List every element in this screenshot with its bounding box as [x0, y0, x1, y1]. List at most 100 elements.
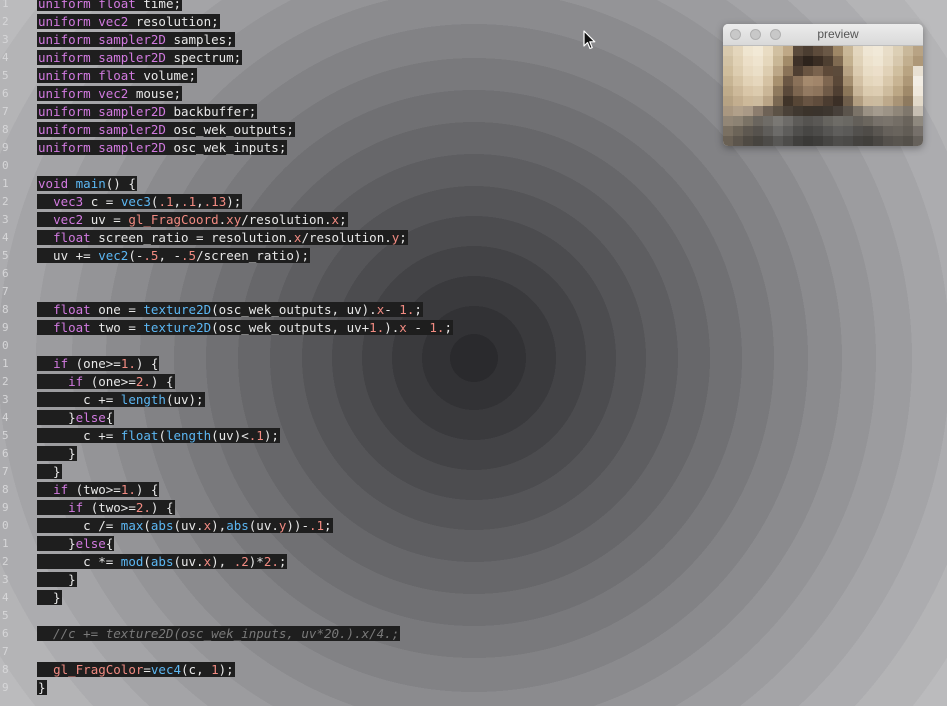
- code-text[interactable]: c *= mod(abs(uv.x), .2)*2.;: [37, 553, 288, 571]
- line-number: 2: [2, 555, 9, 568]
- line-number: 8: [2, 483, 9, 496]
- code-line[interactable]: 7 }: [0, 463, 700, 481]
- preview-pixel: [863, 86, 873, 96]
- preview-pixel: [753, 106, 763, 116]
- code-line[interactable]: 5 c += float(length(uv)<.1);: [0, 427, 700, 445]
- preview-titlebar[interactable]: preview: [723, 24, 923, 46]
- code-text[interactable]: }else{: [37, 535, 115, 553]
- code-text[interactable]: uv += vec2(-.5, -.5/screen_ratio);: [37, 247, 310, 265]
- code-line[interactable]: 9 uniform sampler2D osc_wek_inputs;: [0, 139, 700, 157]
- code-text[interactable]: }: [37, 445, 77, 463]
- preview-pixel: [873, 76, 883, 86]
- code-text[interactable]: }: [37, 571, 77, 589]
- code-text[interactable]: if (two>=2.) {: [37, 499, 175, 517]
- preview-pixel: [753, 86, 763, 96]
- code-text[interactable]: vec3 c = vec3(.1,.1,.13);: [37, 193, 243, 211]
- code-text[interactable]: uniform sampler2D samples;: [37, 31, 235, 49]
- code-text[interactable]: uniform sampler2D osc_wek_inputs;: [37, 139, 288, 157]
- code-text[interactable]: //c += texture2D(osc_wek_inputs, uv*20.)…: [37, 625, 401, 643]
- code-text[interactable]: float two = texture2D(osc_wek_outputs, u…: [37, 319, 453, 337]
- line-number: 1: [2, 537, 9, 550]
- code-text[interactable]: if (two>=1.) {: [37, 481, 160, 499]
- code-line[interactable]: 9 float two = texture2D(osc_wek_outputs,…: [0, 319, 700, 337]
- code-line[interactable]: 3 }: [0, 571, 700, 589]
- code-line[interactable]: 1 if (one>=1.) {: [0, 355, 700, 373]
- code-line[interactable]: 0: [0, 157, 700, 175]
- code-text[interactable]: }: [37, 463, 62, 481]
- preview-pixel: [903, 126, 913, 136]
- preview-pixel: [783, 136, 793, 146]
- code-text[interactable]: c += float(length(uv)<.1);: [37, 427, 280, 445]
- code-text[interactable]: }: [37, 589, 62, 607]
- code-line[interactable]: 6 }: [0, 445, 700, 463]
- code-text[interactable]: if (one>=2.) {: [37, 373, 175, 391]
- code-line[interactable]: 7: [0, 283, 700, 301]
- code-line[interactable]: 3 c += length(uv);: [0, 391, 700, 409]
- code-text[interactable]: }: [37, 679, 47, 697]
- code-line[interactable]: 4 }else{: [0, 409, 700, 427]
- preview-pixel: [723, 86, 733, 96]
- code-line[interactable]: 4 }: [0, 589, 700, 607]
- code-line[interactable]: 5 uv += vec2(-.5, -.5/screen_ratio);: [0, 247, 700, 265]
- code-line[interactable]: 1 uniform float time;: [0, 0, 700, 13]
- code-line[interactable]: 5: [0, 607, 700, 625]
- code-line[interactable]: 7: [0, 643, 700, 661]
- code-editor[interactable]: 1 uniform float time; 2 uniform vec2 resolu…: [0, 0, 700, 697]
- preview-pixel: [723, 46, 733, 56]
- code-text[interactable]: }else{: [37, 409, 115, 427]
- preview-pixel: [843, 76, 853, 86]
- code-line[interactable]: 6 uniform vec2 mouse;: [0, 85, 700, 103]
- preview-pixel: [823, 116, 833, 126]
- code-text[interactable]: void main() {: [37, 175, 137, 193]
- code-text[interactable]: vec2 uv = gl_FragCoord.xy/resolution.x;: [37, 211, 348, 229]
- preview-pixel: [833, 46, 843, 56]
- code-line[interactable]: 2 uniform vec2 resolution;: [0, 13, 700, 31]
- code-text[interactable]: uniform sampler2D backbuffer;: [37, 103, 258, 121]
- preview-pixel: [913, 76, 923, 86]
- code-line[interactable]: 1 void main() {: [0, 175, 700, 193]
- code-text[interactable]: uniform vec2 mouse;: [37, 85, 182, 103]
- code-line[interactable]: 8 float one = texture2D(osc_wek_outputs,…: [0, 301, 700, 319]
- code-line[interactable]: 2 if (one>=2.) {: [0, 373, 700, 391]
- code-line[interactable]: 4 uniform sampler2D spectrum;: [0, 49, 700, 67]
- code-text[interactable]: uniform sampler2D osc_wek_outputs;: [37, 121, 295, 139]
- code-text[interactable]: float screen_ratio = resolution.x/resolu…: [37, 229, 408, 247]
- preview-pixel: [833, 96, 843, 106]
- code-text[interactable]: gl_FragColor=vec4(c, 1);: [37, 661, 235, 679]
- code-text[interactable]: uniform float time;: [37, 0, 182, 13]
- code-text[interactable]: c += length(uv);: [37, 391, 205, 409]
- code-text[interactable]: uniform sampler2D spectrum;: [37, 49, 243, 67]
- code-line[interactable]: 2 c *= mod(abs(uv.x), .2)*2.;: [0, 553, 700, 571]
- preview-pixel: [783, 106, 793, 116]
- code-line[interactable]: 6: [0, 265, 700, 283]
- code-line[interactable]: 8 uniform sampler2D osc_wek_outputs;: [0, 121, 700, 139]
- code-line[interactable]: 3 vec2 uv = gl_FragCoord.xy/resolution.x…: [0, 211, 700, 229]
- code-line[interactable]: 9}: [0, 679, 700, 697]
- code-text[interactable]: uniform vec2 resolution;: [37, 13, 220, 31]
- code-line[interactable]: 0 c /= max(abs(uv.x),abs(uv.y))-.1;: [0, 517, 700, 535]
- code-text[interactable]: if (one>=1.) {: [37, 355, 160, 373]
- preview-pixel: [803, 76, 813, 86]
- code-line[interactable]: 7 uniform sampler2D backbuffer;: [0, 103, 700, 121]
- code-line[interactable]: 0: [0, 337, 700, 355]
- preview-pixel: [893, 66, 903, 76]
- preview-pixel: [783, 46, 793, 56]
- code-line[interactable]: 9 if (two>=2.) {: [0, 499, 700, 517]
- preview-pixel: [863, 96, 873, 106]
- preview-pixel: [733, 96, 743, 106]
- code-text[interactable]: c /= max(abs(uv.x),abs(uv.y))-.1;: [37, 517, 333, 535]
- code-text[interactable]: uniform float volume;: [37, 67, 198, 85]
- code-line[interactable]: 8 gl_FragColor=vec4(c, 1);: [0, 661, 700, 679]
- preview-pixel: [763, 66, 773, 76]
- code-line[interactable]: 6 //c += texture2D(osc_wek_inputs, uv*20…: [0, 625, 700, 643]
- preview-pixel: [903, 136, 913, 146]
- preview-window[interactable]: preview: [723, 24, 923, 146]
- code-line[interactable]: 1 }else{: [0, 535, 700, 553]
- code-line[interactable]: 4 float screen_ratio = resolution.x/reso…: [0, 229, 700, 247]
- code-line[interactable]: 2 vec3 c = vec3(.1,.1,.13);: [0, 193, 700, 211]
- code-line[interactable]: 8 if (two>=1.) {: [0, 481, 700, 499]
- code-text[interactable]: float one = texture2D(osc_wek_outputs, u…: [37, 301, 423, 319]
- code-line[interactable]: 5 uniform float volume;: [0, 67, 700, 85]
- preview-pixel: [903, 116, 913, 126]
- preview-pixel: [733, 116, 743, 126]
